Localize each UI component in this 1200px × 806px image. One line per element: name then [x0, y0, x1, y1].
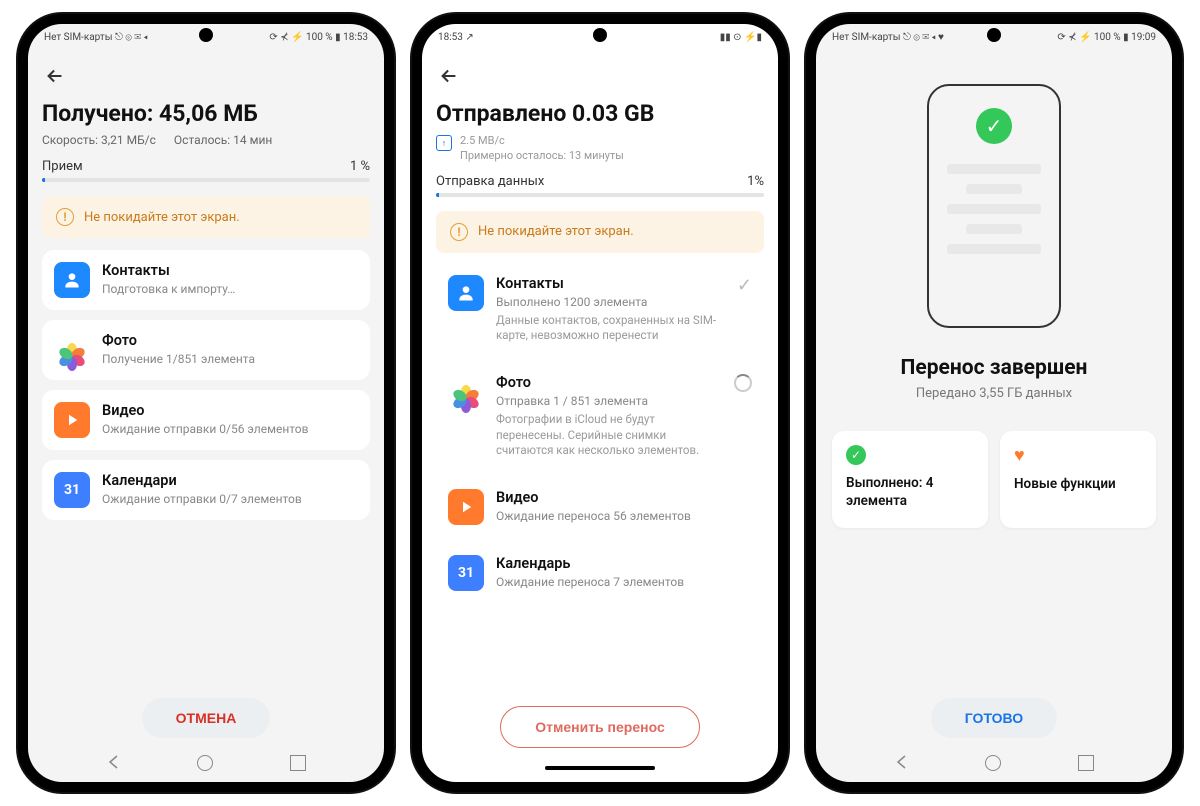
cancel-button[interactable]: Отменить перенос — [500, 706, 700, 748]
camera-notch — [199, 28, 213, 42]
contacts-icon — [448, 275, 484, 311]
gesture-bar[interactable] — [422, 754, 778, 782]
progress-row: Прием 1 % — [42, 159, 370, 174]
nav-bar — [816, 744, 1172, 782]
status-right: ⟳ ⊀ ⚡ 100 % ▮ 19:09 — [1057, 32, 1156, 43]
item-sub: Подготовка к импорту… — [102, 281, 358, 297]
contacts-icon — [54, 262, 90, 298]
item-sub: Отправка 1 / 851 элемента — [496, 393, 722, 409]
nav-recent[interactable] — [1078, 755, 1094, 771]
item-calendar[interactable]: 31 Календарь Ожидание переноса 7 элемент… — [436, 545, 764, 601]
item-contacts[interactable]: Контакты Выполнено 1200 элемента Данные … — [436, 265, 764, 354]
video-icon — [54, 402, 90, 438]
status-right: ▮▮ ⊙ ⚡▮ — [720, 32, 762, 43]
banner-text: Не покидайте этот экран. — [478, 224, 634, 239]
item-calendar[interactable]: 31 Календари Ожидание отправки 0/7 элеме… — [42, 460, 370, 520]
item-contacts[interactable]: Контакты Подготовка к импорту… — [42, 250, 370, 310]
tile-completed[interactable]: ✓ Выполнено: 4 элемента — [832, 431, 988, 528]
item-photos[interactable]: Фото Отправка 1 / 851 элемента Фотографи… — [436, 364, 764, 469]
progress-bar — [42, 178, 370, 182]
tile-text: Новые функции — [1014, 476, 1142, 494]
nav-back[interactable] — [894, 754, 908, 773]
screen-1: Нет SIM-карты ⎋ ⊚ ✉ ◂ ⟳ ⊀ ⚡ 100 % ▮ 18:5… — [28, 24, 384, 782]
nav-recent[interactable] — [290, 755, 306, 771]
upload-icon: ↑ — [436, 135, 452, 151]
heart-icon: ♥ — [1014, 445, 1142, 466]
item-title: Календари — [102, 472, 358, 489]
item-sub: Выполнено 1200 элемента — [496, 294, 725, 310]
camera-notch — [593, 28, 607, 42]
remaining-label: Осталось: 14 мин — [174, 133, 272, 147]
item-sub: Ожидание отправки 0/7 элементов — [102, 491, 358, 507]
check-icon: ✓ — [737, 275, 752, 296]
nav-home[interactable] — [197, 755, 213, 771]
complete-title: Перенос завершен — [901, 356, 1088, 380]
speed-label: Скорость: 3,21 МБ/с — [42, 133, 156, 147]
progress-label: Отправка данных — [436, 174, 544, 189]
calendar-icon: 31 — [448, 555, 484, 591]
cancel-button[interactable]: ОТМЕНА — [142, 698, 271, 738]
video-icon — [448, 489, 484, 525]
transfer-meta: Скорость: 3,21 МБ/с Осталось: 14 мин — [42, 133, 370, 147]
nav-home[interactable] — [985, 755, 1001, 771]
screen-3: Нет SIM-карты ⎋ ⊚ ✉ ◂ ♥ ⟳ ⊀ ⚡ 100 % ▮ 19… — [816, 24, 1172, 782]
item-title: Фото — [496, 374, 722, 391]
nav-back[interactable] — [106, 754, 120, 773]
device-illustration: ✓ — [927, 84, 1061, 328]
photos-icon — [54, 332, 90, 368]
item-title: Видео — [496, 489, 752, 506]
success-check-icon: ✓ — [976, 108, 1012, 144]
item-sub: Ожидание переноса 56 элементов — [496, 508, 752, 524]
phone-frame-3: Нет SIM-карты ⎋ ⊚ ✉ ◂ ♥ ⟳ ⊀ ⚡ 100 % ▮ 19… — [806, 14, 1182, 792]
item-note: Фотографии в iCloud не будут перенесены.… — [496, 412, 722, 459]
remaining-label: Примерно осталось: 13 минуты — [460, 148, 624, 163]
item-title: Фото — [102, 332, 358, 349]
transfer-meta: ↑ 2.5 MB/с Примерно осталось: 13 минуты — [436, 133, 764, 164]
back-button[interactable] — [438, 62, 466, 90]
page-title: Отправлено 0.03 GB — [436, 100, 764, 127]
calendar-icon: 31 — [54, 472, 90, 508]
progress-label: Прием — [42, 159, 83, 174]
screen-2: 18:53 ↗ ▮▮ ⊙ ⚡▮ Отправлено 0.03 GB ↑ 2.5… — [422, 24, 778, 782]
speed-label: 2.5 MB/с — [460, 133, 624, 148]
item-title: Календарь — [496, 555, 752, 572]
tile-text: Выполнено: 4 элемента — [846, 475, 974, 510]
loading-spinner-icon — [734, 374, 752, 392]
phone-frame-2: 18:53 ↗ ▮▮ ⊙ ⚡▮ Отправлено 0.03 GB ↑ 2.5… — [412, 14, 788, 792]
item-note: Данные контактов, сохраненных на SIM-кар… — [496, 313, 725, 344]
photos-icon — [448, 374, 484, 410]
status-left: 18:53 ↗ — [438, 32, 474, 43]
done-button[interactable]: ГОТОВО — [931, 698, 1057, 738]
item-title: Контакты — [102, 262, 358, 279]
warning-icon: ! — [56, 208, 74, 226]
item-sub: Получение 1/851 элемента — [102, 351, 358, 367]
item-sub: Ожидание отправки 0/56 элементов — [102, 421, 358, 437]
nav-bar — [28, 744, 384, 782]
warning-banner: ! Не покидайте этот экран. — [42, 196, 370, 238]
item-title: Видео — [102, 402, 358, 419]
page-title: Получено: 45,06 МБ — [42, 100, 370, 127]
status-right: ⟳ ⊀ ⚡ 100 % ▮ 18:53 — [269, 32, 368, 43]
item-video[interactable]: Видео Ожидание отправки 0/56 элементов — [42, 390, 370, 450]
status-left: Нет SIM-карты ⎋ ⊚ ✉ ◂ ♥ — [832, 32, 944, 43]
item-video[interactable]: Видео Ожидание переноса 56 элементов — [436, 479, 764, 535]
camera-notch — [987, 28, 1001, 42]
tile-new-features[interactable]: ♥ Новые функции — [1000, 431, 1156, 528]
progress-pct: 1 % — [350, 159, 370, 174]
warning-icon: ! — [450, 223, 468, 241]
check-icon: ✓ — [846, 445, 866, 465]
complete-sub: Передано 3,55 ГБ данных — [916, 386, 1072, 401]
progress-bar — [436, 193, 764, 197]
back-button[interactable] — [44, 62, 72, 90]
warning-banner: ! Не покидайте этот экран. — [436, 211, 764, 253]
banner-text: Не покидайте этот экран. — [84, 210, 240, 225]
phone-frame-1: Нет SIM-карты ⎋ ⊚ ✉ ◂ ⟳ ⊀ ⚡ 100 % ▮ 18:5… — [18, 14, 394, 792]
status-left: Нет SIM-карты ⎋ ⊚ ✉ ◂ — [44, 32, 148, 43]
progress-pct: 1% — [747, 174, 764, 189]
item-photos[interactable]: Фото Получение 1/851 элемента — [42, 320, 370, 380]
item-sub: Ожидание переноса 7 элементов — [496, 574, 752, 590]
item-title: Контакты — [496, 275, 725, 292]
progress-row: Отправка данных 1% — [436, 174, 764, 189]
